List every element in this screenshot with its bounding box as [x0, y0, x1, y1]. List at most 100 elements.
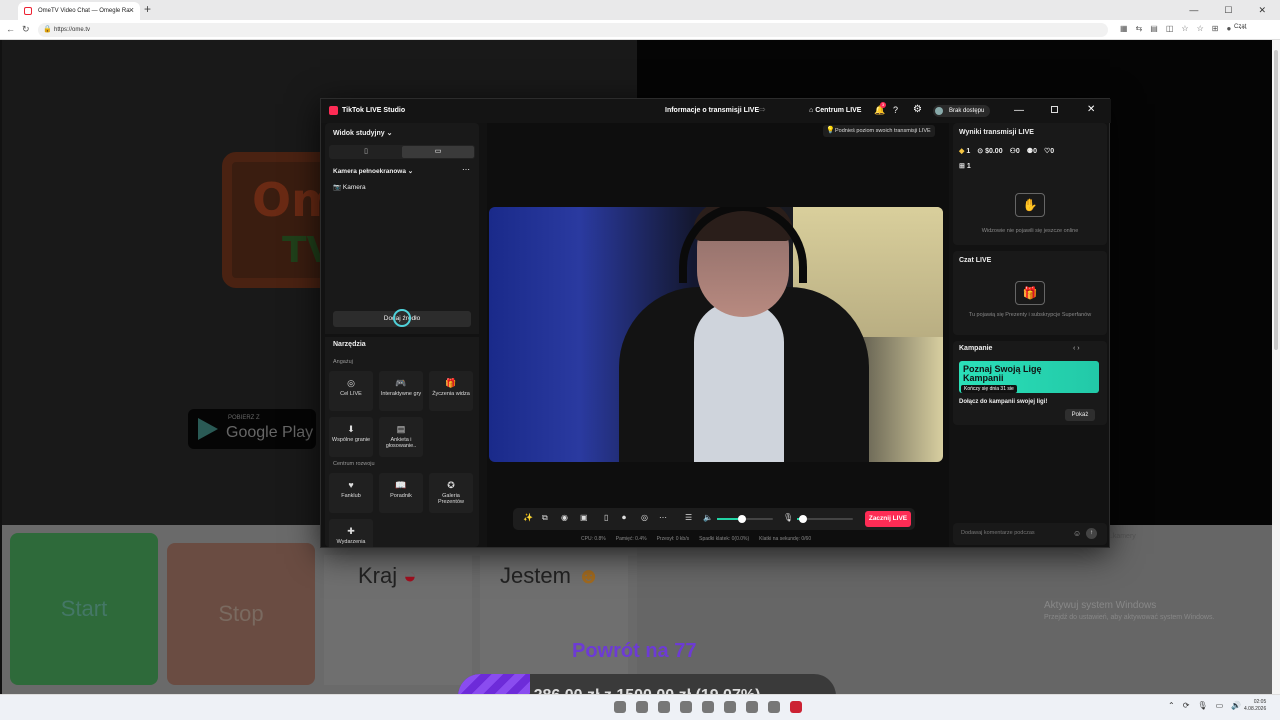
page-scrollbar[interactable]	[1272, 40, 1280, 694]
chevron-left-icon[interactable]: ‹	[1073, 345, 1075, 352]
user-access-label: Brak dostępu	[949, 108, 985, 114]
mic-icon[interactable]: 🎙	[1197, 701, 1207, 710]
level-up-tip[interactable]: 💡 Podnieś poziom swoich transmisji LIVE	[823, 125, 935, 137]
close-tab-icon[interactable]: ×	[129, 5, 134, 15]
tool-growth-0[interactable]: ♥ Fanklub	[329, 473, 373, 513]
network-icon[interactable]: ▭	[1216, 701, 1224, 710]
app-icon[interactable]	[636, 701, 648, 713]
tool-icon: 🎁	[445, 378, 457, 388]
tiktok-live-studio-window: TikTok LIVE Studio Informacje o transmis…	[320, 98, 1111, 548]
microphone-icon[interactable]: 🎙	[783, 513, 793, 522]
bell-icon[interactable]: 🔔 3	[874, 102, 886, 116]
replay-icon[interactable]: ◎	[641, 513, 648, 522]
translate-icon[interactable]: ⇆	[1136, 24, 1143, 33]
minimize-icon[interactable]: —	[1189, 0, 1198, 20]
tool-engage-4[interactable]: ▤ Ankieta i głosowanie..	[379, 417, 423, 457]
mic-slider[interactable]	[797, 515, 853, 523]
extensions-icon[interactable]: ⊞	[1212, 24, 1219, 33]
portrait-icon[interactable]: ▯	[604, 513, 608, 522]
tts-maximize-icon[interactable]	[1051, 106, 1058, 113]
tiktok-app-icon[interactable]	[790, 701, 802, 713]
mixer-icon[interactable]: ☰	[685, 513, 692, 522]
portrait-toggle[interactable]: ▯	[330, 146, 402, 158]
reload-icon[interactable]: ↻	[22, 24, 30, 35]
go-live-button[interactable]: Zacznij LIVE	[865, 511, 911, 527]
reading-icon[interactable]: ▤	[1150, 24, 1158, 33]
sync-icon[interactable]: ⟳	[1183, 701, 1190, 710]
app-icon[interactable]	[746, 701, 758, 713]
scene-dropdown[interactable]: Kamera pełnoekranowa ⌄	[333, 167, 413, 175]
grid-icon[interactable]: ▦	[1120, 24, 1128, 33]
google-play-badge[interactable]: POBIERZ Z Google Play	[188, 409, 316, 449]
chat-note: Tu pojawią się Prezenty i subskrypcje Su…	[968, 312, 1092, 318]
layers-icon[interactable]: ⧉	[542, 513, 548, 523]
tool-growth-2[interactable]: ✪ Galeria Prezentów	[429, 473, 473, 513]
volume-knob[interactable]	[738, 515, 747, 523]
record-icon[interactable]: ⏺	[622, 513, 626, 523]
likes-count: 0	[1050, 148, 1055, 155]
chevron-up-icon[interactable]: ⌃	[1168, 701, 1175, 710]
more-icon[interactable]: ⋯	[659, 513, 667, 522]
tts-minimize-icon[interactable]: —	[1014, 105, 1024, 116]
scroll-thumb[interactable]	[1274, 50, 1278, 350]
maximize-icon[interactable]: ☐	[1224, 0, 1232, 20]
app-icon[interactable]	[702, 701, 714, 713]
campaign-banner[interactable]: Poznaj Swoją Ligę Kampanii Kończy się dn…	[959, 361, 1099, 393]
copilot-button[interactable]: Czat	[1234, 24, 1246, 30]
app-icon[interactable]	[680, 701, 692, 713]
landscape-toggle[interactable]: ▭	[402, 146, 474, 158]
new-tab-icon[interactable]: +	[144, 2, 151, 16]
tool-engage-3[interactable]: ⬇ Wspólne granie	[329, 417, 373, 457]
send-icon[interactable]: ↑	[1086, 528, 1097, 539]
source-item-camera[interactable]: 📷 Kamera	[333, 183, 366, 191]
address-bar[interactable]: 🔒 https://ome.tv	[38, 23, 1108, 37]
comment-input[interactable]: Dodawaj komentarze podczas ☺ ↑	[953, 523, 1107, 545]
screen-icon[interactable]: ▣	[580, 513, 588, 522]
start-button[interactable]: Start	[10, 533, 158, 685]
stat-item: Pamięć: 0.4%	[615, 536, 647, 542]
gplay-big-text: Google Play	[226, 424, 314, 441]
view-mode-dropdown[interactable]: Widok studyjny ⌄	[333, 129, 393, 137]
gender-select[interactable]: Jestem ☻	[480, 555, 628, 685]
favorite-icon[interactable]: ☆	[1181, 24, 1188, 33]
split-icon[interactable]: ◫	[1166, 24, 1174, 33]
stickers-icon[interactable]: ◉	[561, 513, 568, 522]
profile-icon[interactable]: ●	[1226, 24, 1231, 33]
live-center-button[interactable]: ⌂ Centrum LIVE	[809, 107, 861, 114]
stop-button[interactable]: Stop	[167, 543, 315, 685]
collections-icon[interactable]: ☆	[1197, 24, 1204, 33]
app-icon[interactable]	[724, 701, 736, 713]
app-icon[interactable]	[768, 701, 780, 713]
app-icon[interactable]	[658, 701, 670, 713]
country-select[interactable]: Kraj ◒	[324, 555, 472, 685]
tool-growth-3[interactable]: ✚ Wydarzenia	[329, 519, 373, 547]
user-access-button[interactable]: Brak dostępu	[933, 105, 991, 117]
volume-slider[interactable]	[717, 515, 773, 523]
campaign-nav[interactable]: ‹ ›	[1073, 345, 1080, 352]
tool-engage-1[interactable]: 🎮 Interaktywne gry	[379, 371, 423, 411]
gear-icon[interactable]: ⚙	[913, 104, 922, 115]
tool-label: Wspólne granie	[331, 437, 371, 443]
chevron-right-icon[interactable]: ›	[1077, 345, 1079, 352]
camera-icon: 📷	[333, 184, 342, 191]
file-explorer-icon[interactable]	[614, 701, 626, 713]
browser-tab[interactable]: OmeTV Video Chat — Omegle Ra ×	[18, 2, 140, 20]
tool-engage-2[interactable]: 🎁 Życzenia widza	[429, 371, 473, 411]
taskbar-clock[interactable]: 02:05 4.08.2026	[1244, 699, 1266, 713]
stream-info-button[interactable]: Informacje o transmisji LIVE	[665, 107, 759, 114]
share-icon[interactable]: ⇨	[759, 105, 766, 114]
volume-icon[interactable]: 🔊	[1231, 701, 1241, 710]
tool-engage-0[interactable]: ◎ Cel LIVE	[329, 371, 373, 411]
more-icon[interactable]: ⋯	[462, 165, 470, 174]
emoji-icon[interactable]: ☺	[1073, 529, 1081, 538]
help-icon[interactable]: ?	[893, 105, 898, 115]
tool-growth-1[interactable]: 📖 Poradnik	[379, 473, 423, 513]
effects-icon[interactable]: ✨	[523, 513, 533, 522]
followers-stat: ⚉0	[1027, 147, 1037, 155]
back-icon[interactable]: ←	[6, 24, 15, 34]
show-campaign-button[interactable]: Pokaż	[1065, 409, 1095, 421]
close-window-icon[interactable]: ✕	[1258, 0, 1266, 20]
speaker-icon[interactable]: 🔈	[703, 513, 713, 522]
mic-knob[interactable]	[798, 515, 807, 523]
tts-close-icon[interactable]: ✕	[1087, 104, 1095, 115]
